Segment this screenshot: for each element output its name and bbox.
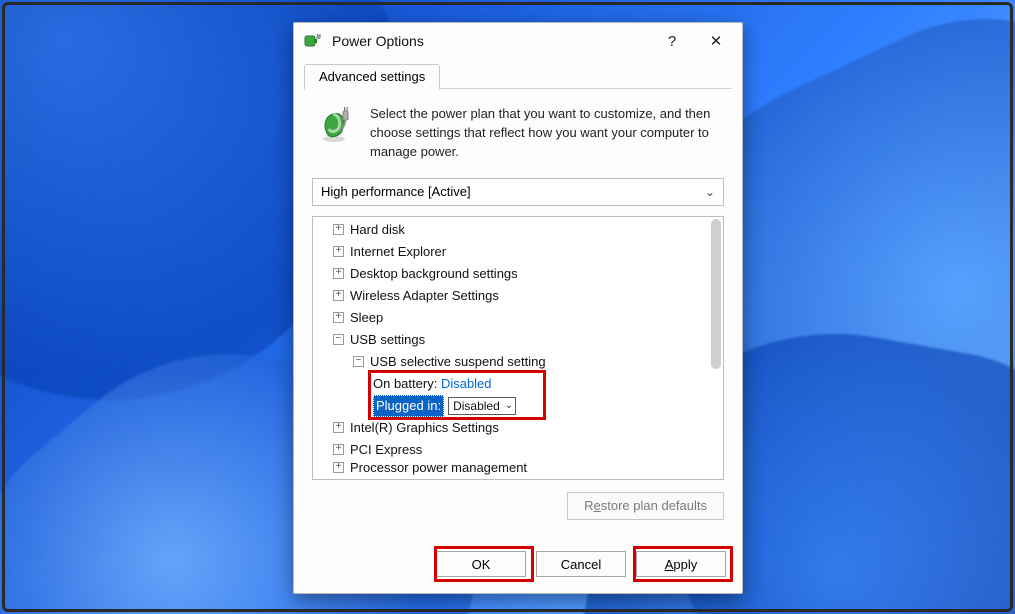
apply-button[interactable]: Apply <box>636 551 726 577</box>
collapse-icon[interactable]: − <box>333 334 344 345</box>
plan-selector[interactable]: High performance [Active] ⌄ <box>312 178 724 206</box>
titlebar: Power Options ? ✕ <box>294 23 742 59</box>
tree-usb-settings[interactable]: USB settings <box>350 329 425 351</box>
intro-text: Select the power plan that you want to c… <box>370 105 720 162</box>
plugged-in-label: Plugged in: <box>373 395 444 417</box>
chevron-down-icon: ⌄ <box>505 395 513 417</box>
expand-icon[interactable]: + <box>333 268 344 279</box>
expand-icon[interactable]: + <box>333 462 344 473</box>
dialog-button-row: OK Cancel Apply <box>294 537 742 593</box>
on-battery-value[interactable]: Disabled <box>441 373 492 395</box>
expand-icon[interactable]: + <box>333 246 344 257</box>
battery-plug-icon <box>304 32 322 50</box>
tree-processor-power[interactable]: Processor power management <box>350 461 527 475</box>
settings-tree: + Hard disk + Internet Explorer + Desktop b… <box>312 216 724 480</box>
power-options-dialog: Power Options ? ✕ Advanced settings Sele… <box>293 22 743 594</box>
plugged-in-value: Disabled <box>453 395 500 417</box>
tree-pci-express[interactable]: PCI Express <box>350 439 422 461</box>
plan-selector-value: High performance [Active] <box>321 184 471 199</box>
plugged-in-dropdown[interactable]: Disabled ⌄ <box>448 397 516 415</box>
tree-desktop-background[interactable]: Desktop background settings <box>350 263 518 285</box>
window-title: Power Options <box>332 33 424 49</box>
intro-block: Select the power plan that you want to c… <box>294 89 742 172</box>
close-button[interactable]: ✕ <box>694 26 738 56</box>
collapse-icon[interactable]: − <box>353 356 364 367</box>
expand-icon[interactable]: + <box>333 224 344 235</box>
tree-wireless-adapter[interactable]: Wireless Adapter Settings <box>350 285 499 307</box>
tab-advanced-settings[interactable]: Advanced settings <box>304 64 440 90</box>
expand-icon[interactable]: + <box>333 444 344 455</box>
tab-strip: Advanced settings <box>304 63 732 89</box>
power-plan-icon <box>316 105 356 162</box>
cancel-button[interactable]: Cancel <box>536 551 626 577</box>
restore-defaults-button[interactable]: Restore plan defaults <box>567 492 724 520</box>
expand-icon[interactable]: + <box>333 312 344 323</box>
tree-sleep[interactable]: Sleep <box>350 307 383 329</box>
expand-icon[interactable]: + <box>333 422 344 433</box>
tree-internet-explorer[interactable]: Internet Explorer <box>350 241 446 263</box>
on-battery-label: On battery: <box>373 373 437 395</box>
chevron-down-icon: ⌄ <box>705 185 715 199</box>
tree-usb-selective-suspend[interactable]: USB selective suspend setting <box>370 351 546 373</box>
tree-intel-graphics[interactable]: Intel(R) Graphics Settings <box>350 417 499 439</box>
expand-icon[interactable]: + <box>333 290 344 301</box>
ok-button[interactable]: OK <box>436 551 526 577</box>
help-button[interactable]: ? <box>650 26 694 56</box>
scrollbar-thumb[interactable] <box>711 219 721 369</box>
tree-hard-disk[interactable]: Hard disk <box>350 219 405 241</box>
